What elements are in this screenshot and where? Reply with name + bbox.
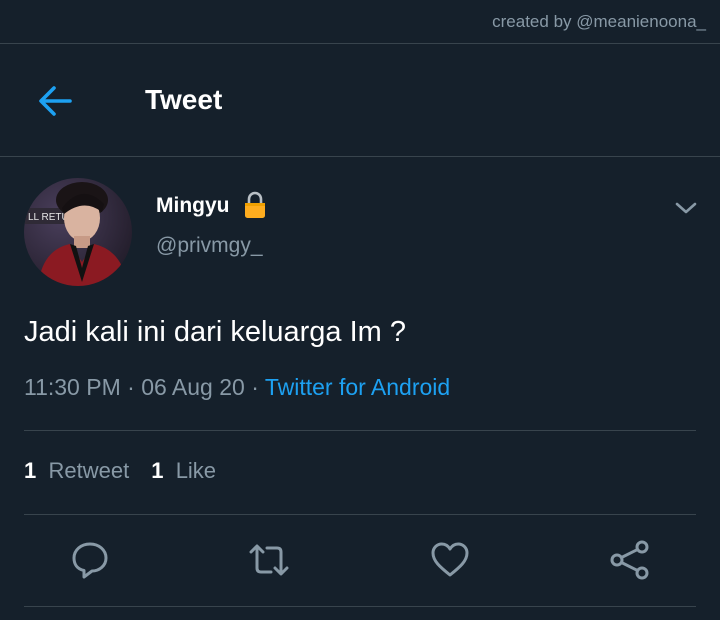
meta-separator: · [244,374,265,400]
tweet-source-link[interactable]: Twitter for Android [265,374,450,400]
retweet-button[interactable] [247,538,291,582]
tweet-text: Jadi kali ini dari keluarga Im ? [24,316,407,348]
tweet-meta: 11:30 PM · 06 Aug 20 · Twitter for Andro… [24,374,450,401]
retweet-count: 1 [24,458,37,483]
tweet-date: 06 Aug 20 [141,374,245,400]
retweet-icon [249,544,289,576]
share-button[interactable] [608,538,652,582]
retweets-stat[interactable]: 1 Retweet [24,458,129,483]
chevron-down-icon [675,202,697,214]
likes-stat[interactable]: 1 Like [151,458,216,483]
avatar-backdrop-text: LL RETU [28,212,69,223]
user-name[interactable]: Mingyu [156,194,230,218]
lock-icon [243,191,267,219]
header-divider [0,156,720,157]
watermark: created by @meanienoona_ [492,12,706,31]
reply-button[interactable] [68,538,112,582]
like-label: Like [175,458,217,483]
like-icon [431,542,469,577]
like-button[interactable] [428,538,472,582]
user-handle[interactable]: @privmgy_ [156,234,263,258]
tweet-page: created by @meanienoona_ Tweet LL RETU M… [0,0,720,620]
back-button[interactable] [34,81,78,121]
bottom-divider [24,606,696,607]
tweet-time: 11:30 PM [24,374,121,400]
meta-divider [24,430,696,431]
meta-separator: · [120,374,142,400]
page-title: Tweet [145,84,223,115]
like-count: 1 [151,458,164,483]
share-icon [610,540,649,580]
retweet-label: Retweet [48,458,130,483]
reply-icon [72,542,108,579]
header-bar: Tweet [0,44,720,156]
avatar[interactable]: LL RETU [24,178,132,286]
arrow-left-icon [39,86,72,116]
stats-divider [24,514,696,515]
more-options-button[interactable] [674,198,698,218]
tweet-stats: 1 Retweet 1 Like [24,458,216,484]
